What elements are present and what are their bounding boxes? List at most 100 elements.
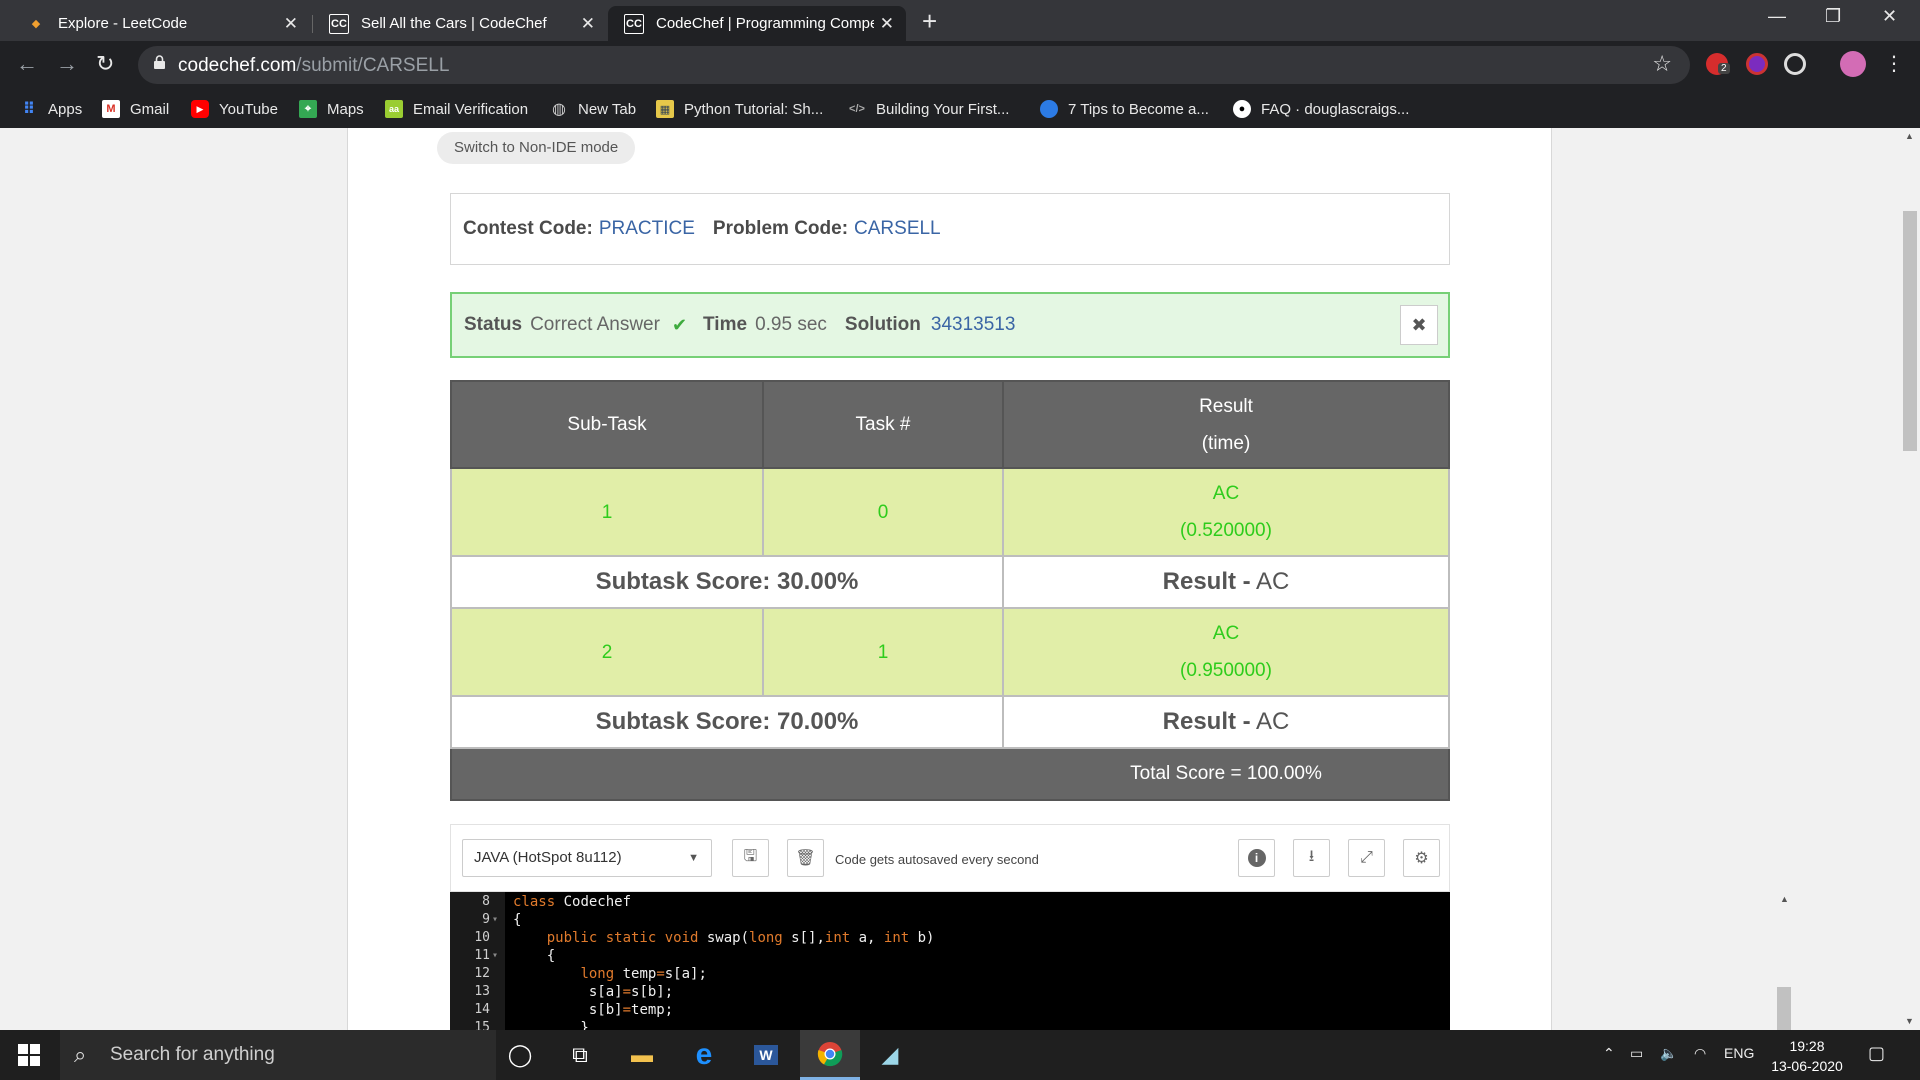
fold-arrow-icon[interactable]: ▾ — [492, 914, 498, 925]
scroll-up-arrow-icon[interactable]: ▲ — [1905, 131, 1914, 141]
bookmark-gmail[interactable]: M Gmail — [102, 99, 169, 119]
bookmark-label: 7 Tips to Become a... — [1068, 100, 1209, 118]
back-icon[interactable]: ← — [16, 51, 38, 77]
editor-toolbar: JAVA (HotSpot 8u112) ▼ 🖫 🗑 Code gets aut… — [450, 824, 1450, 892]
email-verification-icon: aa — [385, 100, 403, 118]
volume-icon[interactable]: 🔈 — [1660, 1045, 1677, 1062]
adblock-extension-icon[interactable]: 2 — [1706, 53, 1730, 75]
switch-to-non-ide-button[interactable]: Switch to Non-IDE mode — [437, 132, 636, 164]
contest-code-link[interactable]: PRACTICE — [599, 218, 695, 240]
bookmark-label: Email Verification — [413, 100, 529, 118]
language-select[interactable]: JAVA (HotSpot 8u112) ▼ — [462, 839, 712, 877]
language-value: JAVA (HotSpot 8u112) — [474, 849, 622, 866]
extension-icon[interactable] — [1746, 53, 1768, 75]
extension-icon[interactable] — [1784, 53, 1806, 75]
subtask-score-row: Subtask Score: 30.00% Result - AC — [450, 555, 1450, 609]
address-bar[interactable]: codechef.com/submit/CARSELL ☆ — [138, 46, 1690, 84]
subtask-score: Subtask Score: 70.00% — [450, 695, 1004, 749]
reload-icon[interactable]: ↻ — [96, 51, 114, 77]
bookmark-building-your-first[interactable]: </> Building Your First... — [848, 99, 1009, 119]
code-line: { — [513, 912, 522, 928]
info-button[interactable]: i — [1238, 839, 1275, 877]
browser-toolbar: ← → ↻ codechef.com/submit/CARSELL ☆ 2 ⋮ — [0, 41, 1920, 89]
code-scrollbar-thumb[interactable] — [1777, 987, 1791, 1030]
delete-button[interactable]: 🗑 — [787, 839, 824, 877]
tab-leetcode[interactable]: ◆ Explore - LeetCode ✕ — [10, 6, 310, 41]
windows-start-icon[interactable] — [18, 1044, 40, 1066]
submission-panel: Switch to Non-IDE mode Contest Code: PRA… — [347, 128, 1793, 1030]
scroll-up-arrow-icon[interactable]: ▲ — [1780, 894, 1789, 904]
battery-icon[interactable]: ▭ — [1630, 1045, 1643, 1062]
codechef-icon: CC — [624, 13, 644, 34]
url-text: codechef.com/submit/CARSELL — [178, 55, 449, 77]
info-icon: i — [1247, 849, 1266, 867]
input-language[interactable]: ENG — [1724, 1045, 1754, 1061]
problem-code-link[interactable]: CARSELL — [854, 218, 941, 240]
chrome-icon[interactable] — [800, 1030, 860, 1080]
profile-avatar[interactable] — [1840, 51, 1866, 77]
solution-link[interactable]: 34313513 — [931, 314, 1016, 336]
bookmark-faq[interactable]: ● FAQ · douglascraigs... — [1233, 99, 1409, 119]
bookmark-new-tab[interactable]: ◍ New Tab — [550, 99, 636, 119]
edge-icon[interactable]: e — [674, 1030, 734, 1080]
tab-title: Sell All the Cars | CodeChef — [361, 15, 547, 32]
page-scrollbar-thumb[interactable] — [1903, 211, 1917, 451]
restore-icon[interactable]: ❐ — [1825, 6, 1841, 27]
bookmark-star-icon[interactable]: ☆ — [1652, 51, 1672, 77]
notifications-icon[interactable]: ▢ — [1868, 1043, 1885, 1064]
tab-sell-all-the-cars[interactable]: CC Sell All the Cars | CodeChef ✕ — [313, 6, 607, 41]
browser-tab-strip: ◆ Explore - LeetCode ✕ CC Sell All the C… — [0, 0, 1920, 41]
bookmark-label: Building Your First... — [876, 100, 1010, 118]
bookmark-python-tutorial[interactable]: ▦ Python Tutorial: Sh... — [656, 99, 823, 119]
system-clock[interactable]: 19:28 13-06-2020 — [1762, 1036, 1852, 1076]
page-scrollbar[interactable]: ▲ ▼ — [1900, 128, 1920, 1030]
bookmark-youtube[interactable]: ▶ YouTube — [191, 99, 278, 119]
result-label: Result - — [1162, 708, 1251, 735]
wifi-icon[interactable]: ◠ — [1694, 1045, 1706, 1062]
time-value: 0.95 sec — [755, 314, 827, 335]
close-status-button[interactable]: ✖ — [1400, 305, 1438, 345]
scroll-down-arrow-icon[interactable]: ▼ — [1905, 1016, 1914, 1026]
close-tab-icon[interactable]: ✕ — [880, 14, 894, 34]
minimize-icon[interactable]: — — [1768, 6, 1786, 27]
url-domain: codechef.com — [178, 55, 297, 76]
code-line: class Codechef — [513, 894, 632, 910]
taskbar-search-box[interactable]: ⌕ Search for anything — [60, 1030, 496, 1080]
header-task: Task # — [762, 380, 1004, 469]
forward-icon[interactable]: → — [56, 51, 78, 77]
window-close-icon[interactable]: ✕ — [1882, 6, 1897, 27]
notes-app-icon[interactable]: ◢ — [860, 1030, 920, 1080]
bookmark-apps[interactable]: ⠿ Apps — [20, 99, 82, 119]
fold-arrow-icon[interactable]: ▾ — [492, 950, 498, 961]
subtask-score: Subtask Score: 30.00% — [450, 555, 1004, 609]
subtask-score-text: Subtask Score: 30.00% — [595, 568, 859, 595]
code-line: { — [513, 948, 556, 964]
save-button[interactable]: 🖫 — [732, 839, 769, 877]
code-editor[interactable]: 8 class Codechef 9 ▾ { 10 public static … — [450, 892, 1450, 1030]
tab-codechef-active[interactable]: CC CodeChef | Programming Compe ✕ — [608, 6, 906, 41]
download-button[interactable]: ⭳ — [1293, 839, 1330, 877]
line-number: 9 — [482, 912, 490, 927]
code-scrollbar[interactable]: ▲ — [1775, 892, 1793, 1030]
url-path: /submit/CARSELL — [296, 55, 450, 76]
show-hidden-icons-arrow[interactable]: ⌃ — [1603, 1045, 1615, 1062]
close-tab-icon[interactable]: ✕ — [581, 14, 595, 34]
bookmark-email-verification[interactable]: aa Email Verification — [385, 99, 528, 119]
file-explorer-icon[interactable]: ▬ — [612, 1030, 672, 1080]
task-cell: 0 — [762, 467, 1004, 557]
word-icon[interactable]: W — [736, 1030, 796, 1080]
cortana-icon[interactable]: ◯ — [490, 1030, 550, 1080]
menu-dots-icon[interactable]: ⋮ — [1884, 51, 1904, 76]
fullscreen-button[interactable]: ⤢ — [1348, 839, 1385, 877]
task-view-icon[interactable]: ⧉ — [550, 1030, 610, 1080]
bookmark-7-tips[interactable]: 7 Tips to Become a... — [1040, 99, 1209, 119]
code-line: long temp=s[a]; — [580, 966, 707, 982]
close-tab-icon[interactable]: ✕ — [284, 14, 298, 34]
total-spacer — [450, 747, 1004, 801]
settings-button[interactable]: ⚙ — [1403, 839, 1440, 877]
result-time: (0.520000) — [1180, 520, 1272, 541]
subtask-result: Result - AC — [1002, 555, 1450, 609]
table-row: 1 0 AC (0.520000) — [450, 467, 1450, 557]
bookmark-maps[interactable]: ⌖ Maps — [299, 99, 364, 119]
new-tab-button[interactable]: + — [922, 6, 937, 37]
